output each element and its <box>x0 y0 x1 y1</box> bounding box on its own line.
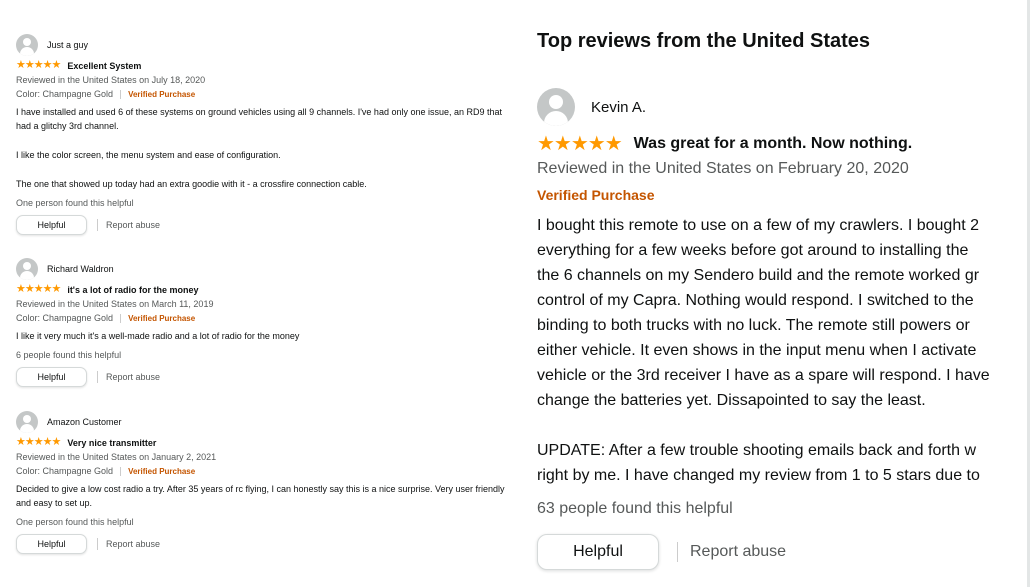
separator <box>120 90 122 99</box>
review-date: Reviewed in the United States on January… <box>16 452 217 462</box>
section-heading: Top reviews from the United States <box>537 30 871 52</box>
review-paragraph: I like it very much it's a well-made rad… <box>16 331 300 341</box>
verified-purchase-badge: Verified Purchase <box>537 187 655 203</box>
star-rating-icon: ★★★★★ <box>16 436 61 448</box>
helpful-button[interactable]: Helpful <box>16 534 87 554</box>
user-avatar-icon <box>537 88 575 126</box>
report-abuse-link[interactable]: Report abuse <box>106 372 160 382</box>
review-item: Amazon Customer ★★★★★ Very nice transmit… <box>16 411 506 554</box>
verified-purchase-badge: Verified Purchase <box>128 90 196 99</box>
review-author: Kevin A. <box>537 88 646 126</box>
helpful-button[interactable]: Helpful <box>16 367 87 387</box>
review-text-line: right by me. I have changed my review fr… <box>537 467 980 484</box>
review-body: Decided to give a low cost radio a try. … <box>16 482 506 510</box>
product-variant: Color: Champagne Gold <box>16 89 114 99</box>
separator <box>97 538 98 550</box>
review-title[interactable]: it's a lot of radio for the money <box>67 285 198 295</box>
product-variant: Color: Champagne Gold <box>16 313 114 323</box>
review-text-line: binding to both trucks with no luck. The… <box>537 317 970 334</box>
separator <box>120 467 122 476</box>
star-rating-icon: ★★★★★ <box>16 283 61 295</box>
report-abuse-link[interactable]: Report abuse <box>106 220 160 230</box>
right-review-panel: Top reviews from the United States Kevin… <box>520 0 1031 587</box>
review-date: Reviewed in the United States on Februar… <box>537 160 909 177</box>
helpful-count: 63 people found this helpful <box>537 500 733 517</box>
review-paragraph: The one that showed up today had an extr… <box>16 179 367 189</box>
review-body: I bought this remote to use on a few of … <box>537 213 1031 488</box>
review-text-line: everything for a few weeks before got ar… <box>537 242 969 259</box>
report-abuse-link[interactable]: Report abuse <box>690 543 786 561</box>
separator <box>97 371 98 383</box>
verified-purchase-badge: Verified Purchase <box>128 314 196 323</box>
review-text-line: UPDATE: After a few trouble shooting ema… <box>537 442 977 459</box>
separator <box>677 542 678 562</box>
review-paragraph: I have installed and used 6 of these sys… <box>16 107 503 131</box>
helpful-button[interactable]: Helpful <box>16 215 87 235</box>
review-text-line: the 6 channels on my Sendero build and t… <box>537 267 980 284</box>
review-title[interactable]: Was great for a month. Now nothing. <box>634 135 913 153</box>
user-avatar-icon <box>16 34 38 56</box>
left-review-panel: Just a guy ★★★★★ Excellent System Review… <box>0 0 510 587</box>
author-name[interactable]: Just a guy <box>47 40 88 50</box>
review-text-line: either vehicle. It even shows in the inp… <box>537 342 977 359</box>
review-title[interactable]: Very nice transmitter <box>67 438 156 448</box>
helpful-count: One person found this helpful <box>16 198 134 208</box>
verified-purchase-badge: Verified Purchase <box>128 467 196 476</box>
review-text-line: control of my Capra. Nothing would respo… <box>537 292 974 309</box>
review-text-line: change the batteries yet. Dissapointed t… <box>537 392 926 409</box>
review-paragraph: I like the color screen, the menu system… <box>16 150 281 160</box>
review-author: Richard Waldron <box>16 258 506 280</box>
review-body: I like it very much it's a well-made rad… <box>16 329 506 343</box>
review-author: Amazon Customer <box>16 411 506 433</box>
star-rating-icon: ★★★★★ <box>537 133 623 155</box>
star-rating-icon: ★★★★★ <box>16 59 61 71</box>
review-item: Just a guy ★★★★★ Excellent System Review… <box>16 34 506 235</box>
scrollbar-edge <box>1027 0 1030 587</box>
helpful-count: One person found this helpful <box>16 517 134 527</box>
user-avatar-icon <box>16 411 38 433</box>
helpful-count: 6 people found this helpful <box>16 350 122 360</box>
review-author: Just a guy <box>16 34 506 56</box>
helpful-button[interactable]: Helpful <box>537 534 659 570</box>
review-paragraph: Decided to give a low cost radio a try. … <box>16 484 505 508</box>
author-name[interactable]: Richard Waldron <box>47 264 114 274</box>
user-avatar-icon <box>16 258 38 280</box>
author-name[interactable]: Amazon Customer <box>47 417 122 427</box>
review-date: Reviewed in the United States on July 18… <box>16 75 206 85</box>
separator <box>97 219 98 231</box>
report-abuse-link[interactable]: Report abuse <box>106 539 160 549</box>
review-text-line: I bought this remote to use on a few of … <box>537 217 980 234</box>
review-item: Richard Waldron ★★★★★ it's a lot of radi… <box>16 258 506 387</box>
product-variant: Color: Champagne Gold <box>16 466 114 476</box>
review-title[interactable]: Excellent System <box>67 61 141 71</box>
review-text-line: vehicle or the 3rd receiver I have as a … <box>537 367 990 384</box>
review-date: Reviewed in the United States on March 1… <box>16 299 214 309</box>
review-body: I have installed and used 6 of these sys… <box>16 105 506 191</box>
author-name[interactable]: Kevin A. <box>591 99 646 116</box>
separator <box>120 314 122 323</box>
